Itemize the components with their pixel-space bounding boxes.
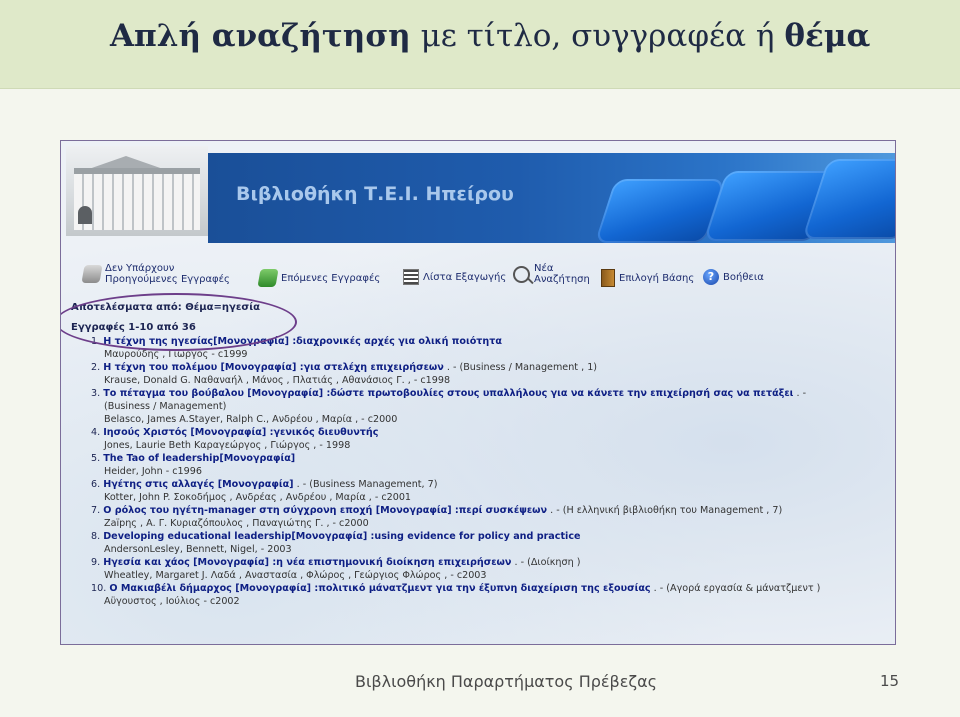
slide-title-normal: με τίτλο, συγγραφέα ή xyxy=(410,18,785,54)
item-author: Kotter, John P. Σοκοδήμος , Ανδρέας , Αν… xyxy=(104,492,412,503)
item-author: Jones, Laurie Beth Καραγεώργος , Γιώργος… xyxy=(104,440,351,451)
list-item: 4. Ιησούς Χριστός [Μονογραφία] :γενικός … xyxy=(91,426,891,452)
item-title-link[interactable]: Ο ρόλος του ηγέτη-manager στη σύγχρονη ε… xyxy=(103,505,547,516)
list-item: 9. Ηγεσία και χάος [Μονογραφία] :η νέα ε… xyxy=(91,556,891,582)
select-database-button[interactable]: Επιλογή Βάσης xyxy=(601,269,694,287)
export-list-button[interactable]: Λίστα Εξαγωγής xyxy=(403,269,506,285)
item-title-link[interactable]: Ο Μακιαβέλι δήμαρχος [Μονογραφία] :πολιτ… xyxy=(109,583,650,594)
new-search-label-line1: Νέα xyxy=(534,263,554,274)
library-building-image xyxy=(66,146,208,236)
item-number: 9. xyxy=(91,557,101,568)
slide-title: Απλή αναζήτηση με τίτλο, συγγραφέα ή θέμ… xyxy=(110,18,870,54)
item-author: Αϋγουστος , Ιούλιος - c2002 xyxy=(104,596,240,607)
list-icon xyxy=(403,269,419,285)
previous-records-label: Δεν Υπάρχουν Προηγούμενες Εγγραφές xyxy=(105,263,230,285)
next-arrow-icon xyxy=(257,269,279,287)
previous-records-label-line1: Δεν Υπάρχουν xyxy=(105,263,175,274)
item-series-continued: (Business / Management) xyxy=(104,401,227,412)
export-list-label: Λίστα Εξαγωγής xyxy=(423,271,507,283)
results-toolbar: Δεν Υπάρχουν Προηγούμενες Εγγραφές Επόμεν… xyxy=(81,263,883,293)
item-author: Μαυρούδης , Γιώργος - c1999 xyxy=(104,349,248,360)
list-item: 7. Ο ρόλος του ηγέτη-manager στη σύγχρον… xyxy=(91,504,891,530)
list-item: 3. Το πέταγμα του βούβαλου [Μονογραφία] … xyxy=(91,387,891,426)
item-title-link[interactable]: Ηγεσία και χάος [Μονογραφία] :η νέα επισ… xyxy=(103,557,511,568)
next-records-label: Επόμενες Εγγραφές xyxy=(281,272,381,284)
item-author: Wheatley, Margaret J. Λαδά , Αναστασία ,… xyxy=(104,570,487,581)
book-icon xyxy=(601,269,615,287)
item-series: . - (Business Management, 7) xyxy=(296,479,438,490)
item-title-link[interactable]: Το πέταγμα του βούβαλου [Μονογραφία] :δώ… xyxy=(103,388,793,399)
item-number: 6. xyxy=(91,479,101,490)
item-title-link[interactable]: Developing educational leadership[Μονογρ… xyxy=(103,531,580,542)
new-search-button[interactable]: Νέα Αναζήτηση xyxy=(513,263,590,285)
item-number: 8. xyxy=(91,531,101,542)
item-series: . - xyxy=(796,388,807,399)
list-item: 2. Η τέχνη του πολέμου [Μονογραφία] :για… xyxy=(91,361,891,387)
magnifier-icon xyxy=(513,265,530,283)
help-icon xyxy=(703,269,719,285)
item-title-link[interactable]: Ιησούς Χριστός [Μονογραφία] :γενικός διε… xyxy=(103,427,378,438)
slide-page-number: 15 xyxy=(880,672,900,690)
item-number: 2. xyxy=(91,362,101,373)
list-item: 6. Ηγέτης στις αλλαγές [Μονογραφία] . - … xyxy=(91,478,891,504)
item-author: Zaïpης , Α. Γ. Κυριαζόπουλος , Παναγιώτη… xyxy=(104,518,369,529)
item-author: Heider, John - c1996 xyxy=(104,466,202,477)
slide-title-bold-1: Απλή αναζήτηση xyxy=(110,18,411,54)
item-title-link[interactable]: Η τέχνη του πολέμου [Μονογραφία] :για στ… xyxy=(103,362,444,373)
results-list: 1. Η τέχνη της ηγεσίας[Μονογραφία] :διαχ… xyxy=(71,335,891,608)
item-series: . - (Αγορά εργασία & μάνατζμεντ ) xyxy=(653,583,821,594)
new-search-label-line2: Αναζήτηση xyxy=(534,274,590,285)
item-series: . - (Business / Management , 1) xyxy=(446,362,598,373)
slide-footer: Βιβλιοθήκη Παραρτήματος Πρέβεζας xyxy=(355,672,658,691)
building-facade xyxy=(74,168,200,230)
item-number: 10. xyxy=(91,583,107,594)
list-item: 8. Developing educational leadership[Μον… xyxy=(91,530,891,556)
item-author: AndersonLesley, Bennett, Nigel, - 2003 xyxy=(104,544,292,555)
library-title: Βιβλιοθήκη Τ.Ε.Ι. Ηπείρου xyxy=(236,183,514,205)
item-number: 3. xyxy=(91,388,101,399)
highlight-ellipse xyxy=(61,293,297,351)
help-label: Βοήθεια xyxy=(723,271,764,283)
select-database-label: Επιλογή Βάσης xyxy=(619,272,695,284)
previous-records-label-line2: Προηγούμενες Εγγραφές xyxy=(105,274,230,285)
item-author: Belasco, James A.Stayer, Ralph C., Ανδρέ… xyxy=(104,414,398,425)
item-number: 4. xyxy=(91,427,101,438)
next-records-button[interactable]: Επόμενες Εγγραφές xyxy=(257,269,381,287)
previous-arrow-icon xyxy=(81,265,103,283)
new-search-label: Νέα Αναζήτηση xyxy=(534,263,590,285)
previous-records-button[interactable]: Δεν Υπάρχουν Προηγούμενες Εγγραφές xyxy=(81,263,230,285)
item-number: 7. xyxy=(91,505,101,516)
item-series: . - (Η ελληνική βιβλιοθήκη του Managemen… xyxy=(550,505,783,516)
item-number: 5. xyxy=(91,453,101,464)
slide-title-bold-2: θέμα xyxy=(784,18,871,54)
item-series: . - (Διοίκηση ) xyxy=(514,557,581,568)
help-button[interactable]: Βοήθεια xyxy=(703,269,764,285)
building-door xyxy=(78,206,92,224)
search-results: Αποτελέσματα από: Θέμα=ηγεσία Εγγραφές 1… xyxy=(61,293,891,608)
item-title-link[interactable]: The Tao of leadership[Μονογραφία] xyxy=(103,453,295,464)
list-item: 5. The Tao of leadership[Μονογραφία] Hei… xyxy=(91,452,891,478)
books-image xyxy=(565,153,895,243)
screenshot-frame: Βιβλιοθήκη Τ.Ε.Ι. Ηπείρου Δεν Υπάρχουν Πρ… xyxy=(60,140,896,645)
item-author: Krause, Donald G. Ναθαναήλ , Μάνος , Πλα… xyxy=(104,375,451,386)
list-item: 10. Ο Μακιαβέλι δήμαρχος [Μονογραφία] :π… xyxy=(91,582,891,608)
slide-title-band: Απλή αναζήτηση με τίτλο, συγγραφέα ή θέμ… xyxy=(0,0,960,89)
header-banner: Βιβλιοθήκη Τ.Ε.Ι. Ηπείρου xyxy=(208,153,895,243)
item-title-link[interactable]: Ηγέτης στις αλλαγές [Μονογραφία] xyxy=(103,479,293,490)
